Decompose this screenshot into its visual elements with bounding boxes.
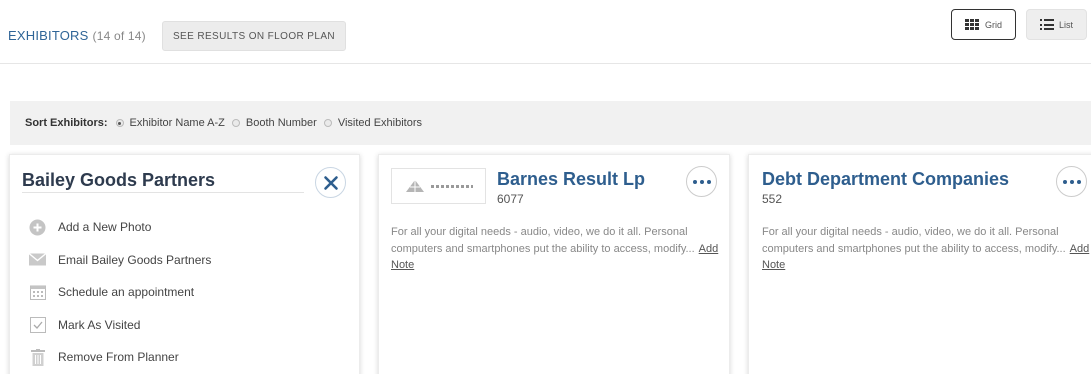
booth-number: 6077 — [497, 192, 524, 206]
list-view-label: List — [1058, 19, 1073, 30]
grid-icon — [964, 18, 980, 31]
more-dot — [706, 179, 711, 184]
sort-option-label: Booth Number — [245, 117, 317, 129]
action-label: Email Bailey Goods Partners — [58, 252, 212, 267]
checkbox-icon — [29, 316, 46, 333]
exhibitor-actions-list: Add a New Photo Email Bailey Goods Partn… — [29, 211, 211, 374]
more-dot — [1069, 179, 1074, 184]
sort-option-label: Exhibitor Name A-Z — [129, 117, 225, 129]
close-icon — [323, 175, 338, 190]
add-photo-action[interactable]: Add a New Photo — [29, 211, 211, 244]
more-dot — [1062, 179, 1067, 184]
action-label: Schedule an appointment — [58, 285, 195, 300]
exhibitor-name[interactable]: Barnes Result Lp — [497, 169, 645, 190]
list-icon — [1040, 19, 1054, 30]
list-view-button[interactable]: List — [1026, 9, 1087, 40]
description-text: For all your digital needs - audio, vide… — [762, 226, 1066, 255]
schedule-appointment-action[interactable]: Schedule an appointment — [29, 276, 211, 309]
exhibitors-header: EXHIBITORS (14 of 14) SEE RESULTS ON FLOO… — [0, 0, 1091, 64]
exhibitor-description: For all your digital needs - audio, vide… — [762, 224, 1091, 274]
radio-icon[interactable] — [323, 119, 332, 127]
logo-mark-icon — [405, 180, 424, 192]
calendar-icon — [29, 284, 46, 301]
mark-as-visited-action[interactable]: Mark As Visited — [29, 309, 211, 342]
sort-option-booth[interactable]: Booth Number — [231, 117, 317, 129]
more-options-button[interactable] — [686, 166, 717, 197]
radio-icon[interactable] — [231, 119, 240, 127]
more-dot — [692, 179, 697, 184]
remove-from-planner-action[interactable]: Remove From Planner — [29, 341, 211, 374]
booth-number: 552 — [762, 192, 783, 206]
email-exhibitor-action[interactable]: Email Bailey Goods Partners — [29, 244, 211, 277]
grid-view-button[interactable]: Grid — [951, 9, 1016, 40]
exhibitors-title: EXHIBITORS (14 of 14) — [8, 28, 146, 43]
add-photo-icon — [29, 219, 46, 236]
exhibitor-card[interactable]: Debt Department Companies 552 For all yo… — [748, 154, 1091, 374]
selected-exhibitor-name: Bailey Goods Partners — [22, 170, 216, 190]
trash-icon — [29, 348, 46, 366]
more-options-button[interactable] — [1056, 166, 1087, 197]
envelope-icon — [29, 251, 46, 268]
see-results-on-floor-plan-button[interactable]: SEE RESULTS ON FLOOR PLAN — [162, 21, 346, 51]
logo-wordmark — [430, 184, 473, 188]
radio-selected-icon[interactable] — [115, 119, 124, 127]
exhibitor-description: For all your digital needs - audio, vide… — [391, 224, 726, 274]
exhibitor-card[interactable]: Barnes Result Lp 6077 For all your digit… — [378, 154, 730, 374]
divider — [22, 192, 304, 193]
sort-option-name[interactable]: Exhibitor Name A-Z — [115, 117, 225, 129]
action-label: Add a New Photo — [58, 220, 152, 235]
exhibitors-count: (14 of 14) — [92, 29, 146, 43]
exhibitor-actions-card: Bailey Goods Partners Add a New Photo Em… — [9, 154, 360, 374]
sort-option-visited[interactable]: Visited Exhibitors — [323, 117, 422, 129]
close-button[interactable] — [315, 167, 346, 198]
sort-option-label: Visited Exhibitors — [337, 117, 422, 129]
action-label: Remove From Planner — [58, 350, 179, 365]
sort-label: Sort Exhibitors: — [25, 117, 108, 129]
more-dot — [699, 179, 704, 184]
action-label: Mark As Visited — [58, 317, 141, 332]
more-dot — [1076, 179, 1081, 184]
exhibitor-name[interactable]: Debt Department Companies — [762, 169, 1009, 190]
exhibitor-logo — [391, 168, 486, 204]
sort-bar: Sort Exhibitors: Exhibitor Name A-Z Boot… — [10, 101, 1091, 145]
exhibitors-title-text: EXHIBITORS — [8, 28, 89, 43]
description-text: For all your digital needs - audio, vide… — [391, 226, 695, 255]
grid-view-label: Grid — [984, 19, 1002, 30]
